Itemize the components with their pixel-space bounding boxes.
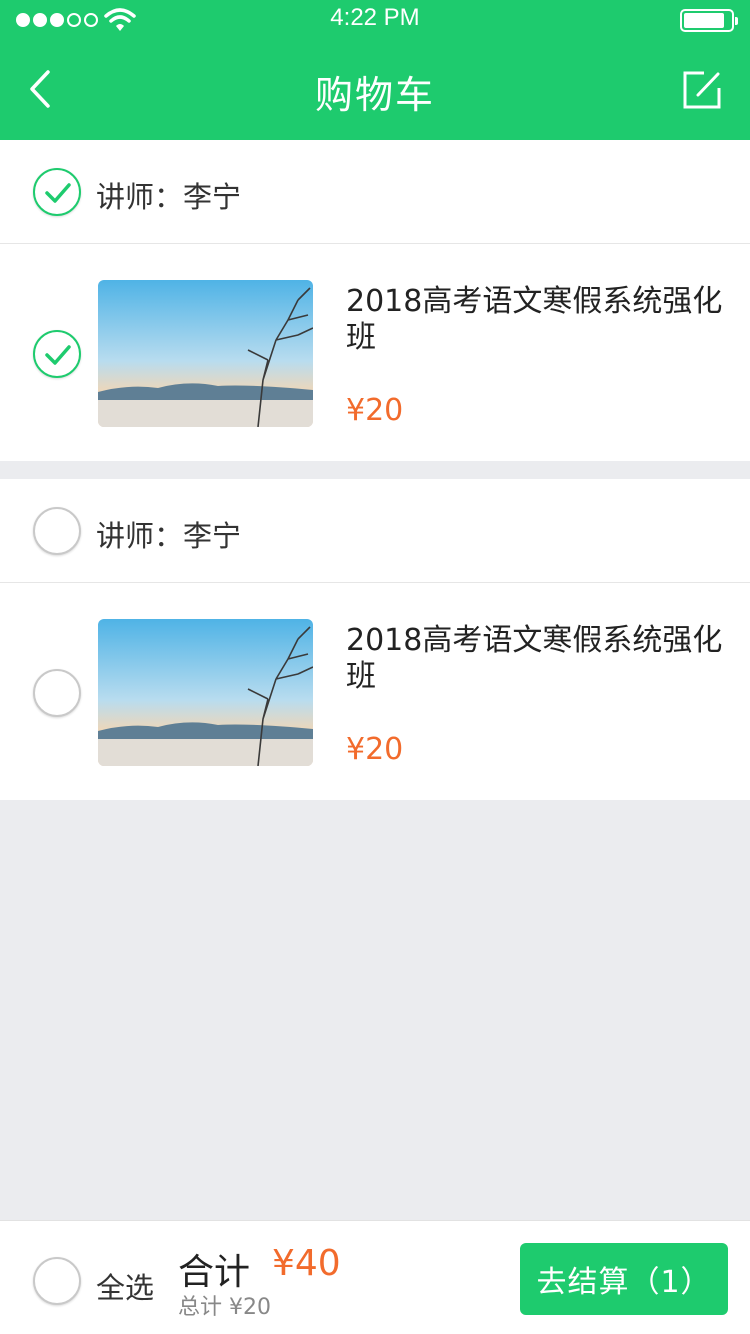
- select-all-checkbox[interactable]: [33, 1257, 81, 1305]
- item-checkbox[interactable]: [33, 669, 81, 717]
- checkout-button[interactable]: 去结算（1）: [520, 1243, 728, 1315]
- status-time: 4:22 PM: [330, 4, 420, 31]
- sum-value: ¥40: [272, 1243, 341, 1284]
- course-thumbnail: [98, 280, 313, 427]
- select-all-label: 全选: [96, 1271, 155, 1305]
- teacher-row: 讲师：李宁: [0, 140, 750, 244]
- cart-footer: 全选 合计 ¥40 总计 ¥20 去结算（1）: [0, 1220, 750, 1334]
- course-thumbnail: [98, 619, 313, 766]
- teacher-checkbox[interactable]: [33, 507, 81, 555]
- cart-group-2: 讲师：李宁 2018高考语文寒假系统强化班 ¥20: [0, 479, 750, 800]
- course-title: 2018高考语文寒假系统强化班: [346, 284, 723, 355]
- teacher-name: 讲师：李宁: [96, 519, 242, 553]
- teacher-name: 讲师：李宁: [96, 180, 242, 214]
- header: 4:22 PM 购物车: [0, 0, 750, 140]
- course-price: ¥20: [346, 393, 404, 428]
- page-title: 购物车: [314, 73, 435, 117]
- total-line: 总计 ¥20: [178, 1295, 271, 1320]
- cart-group-1: 讲师：李宁 2018高考语文寒假系统强化班 ¥20: [0, 140, 750, 461]
- battery-icon: [680, 9, 738, 32]
- item-checkbox[interactable]: [33, 330, 81, 378]
- teacher-row: 讲师：李宁: [0, 479, 750, 583]
- sum-label: 合计: [178, 1252, 251, 1293]
- edit-icon[interactable]: [682, 70, 722, 110]
- status-bar: 4:22 PM: [0, 0, 750, 40]
- course-title: 2018高考语文寒假系统强化班: [346, 623, 723, 694]
- teacher-checkbox[interactable]: [33, 168, 81, 216]
- checkmark-icon: [45, 183, 71, 203]
- checkmark-icon: [45, 345, 71, 365]
- course-price: ¥20: [346, 732, 404, 767]
